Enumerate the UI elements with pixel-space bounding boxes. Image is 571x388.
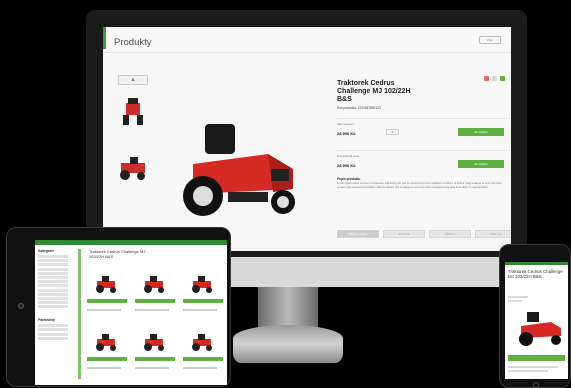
product-card[interactable] <box>85 325 129 379</box>
tablet-device: Kategorie Parametry Traktorek Cedrus Cha… <box>6 227 231 387</box>
product-card-text <box>87 309 121 311</box>
bottom-actions: Přidat do košíku Porovnat Oblíbené Hlída… <box>337 230 511 238</box>
product-card-text <box>183 309 217 311</box>
sidebar-item[interactable] <box>38 259 68 263</box>
sidebar-item[interactable] <box>38 267 68 271</box>
product-card-buy-bar[interactable] <box>183 299 223 303</box>
sidebar-item[interactable] <box>38 275 68 279</box>
tablet-screen: Kategorie Parametry Traktorek Cedrus Cha… <box>35 240 227 385</box>
back-button[interactable]: Zpět <box>479 36 501 44</box>
bottom-action-button[interactable]: Hlídat cenu <box>475 230 511 238</box>
product-card-text <box>135 367 169 369</box>
sidebar-heading: Parametry <box>38 318 56 323</box>
sidebar-item[interactable] <box>38 296 68 300</box>
chevron-up-icon[interactable]: ▲ <box>118 75 148 85</box>
sidebar-item[interactable] <box>38 324 68 328</box>
thumbnail-front[interactable] <box>118 97 148 127</box>
phone-device: Traktorek Cedrus Challenge MJ 102/22H B&… <box>499 244 571 388</box>
thumbnail-gallery: ▲ <box>113 75 153 235</box>
product-thumbnail <box>144 334 164 351</box>
price-row-label: Stav skladem <box>337 122 354 126</box>
product-card[interactable] <box>181 325 225 379</box>
product-thumbnail <box>144 276 164 293</box>
tablet-sidebar: Kategorie Parametry <box>38 249 76 341</box>
product-card[interactable] <box>133 325 177 379</box>
product-thumbnail <box>96 276 116 293</box>
bottom-action-button[interactable]: Oblíbené <box>429 230 471 238</box>
price-value: 28 990 Kč <box>337 131 356 136</box>
product-thumbnail <box>192 276 212 293</box>
quantity-input[interactable]: 1 <box>386 129 399 135</box>
product-card-text <box>183 367 217 369</box>
add-to-cart-button[interactable]: Do košíku <box>458 160 504 168</box>
product-card-buy-bar[interactable] <box>135 357 175 361</box>
marketing-mockup: Produkty Zpět ▲ Traktorek Cedrus Challen… <box>0 0 571 388</box>
product-thumbnail <box>96 334 116 351</box>
price-row-label: Doporučená cena <box>337 154 360 158</box>
tablet-page-title: Traktorek Cedrus Challenge MJ 102/22H B&… <box>89 249 146 259</box>
product-card-text <box>87 367 121 369</box>
sidebar-item[interactable] <box>38 305 68 309</box>
sidebar-item[interactable] <box>38 336 68 340</box>
product-thumbnail <box>192 334 212 351</box>
bottom-action-button[interactable]: Porovnat <box>383 230 425 238</box>
sidebar-item[interactable] <box>38 292 68 296</box>
product-card[interactable] <box>85 267 129 321</box>
section-accent-bar <box>103 27 106 49</box>
product-name: Traktorek Cedrus Challenge MJ 102/22H B&… <box>337 80 411 103</box>
desktop-screen: Produkty Zpět ▲ Traktorek Cedrus Challen… <box>103 27 511 251</box>
description-text: Lorem ipsum dolor sit amet consectetur a… <box>337 182 503 189</box>
monitor-stand-foot <box>233 325 343 363</box>
phone-text-line <box>508 370 548 372</box>
phone-header-bar <box>505 262 568 265</box>
sidebar-heading: Kategorie <box>38 249 55 253</box>
tablet-header-bar <box>35 240 227 245</box>
product-card[interactable] <box>133 267 177 321</box>
thumbnail-side[interactable] <box>118 153 148 183</box>
phone-home-button <box>533 382 539 388</box>
page-title: Produkty <box>114 37 152 48</box>
sidebar-item[interactable] <box>38 328 68 332</box>
phone-product-image <box>519 312 561 346</box>
phone-text-line <box>508 296 528 298</box>
product-card-buy-bar[interactable] <box>87 299 127 303</box>
price-value: 28 990 Kč <box>337 163 356 168</box>
product-card-text <box>135 309 169 311</box>
sidebar-item[interactable] <box>38 255 68 258</box>
sidebar-item[interactable] <box>38 284 68 288</box>
product-card-buy-bar[interactable] <box>135 299 175 303</box>
phone-add-to-cart-button[interactable] <box>508 355 565 361</box>
sidebar-item[interactable] <box>38 271 68 275</box>
phone-screen: Traktorek Cedrus Challenge MJ 102/22H B&… <box>505 262 568 379</box>
sidebar-item[interactable] <box>38 280 68 284</box>
header-divider <box>103 52 511 53</box>
description-heading: Popis produktu <box>337 177 361 181</box>
price-row: Stav skladem 28 990 Kč 1 Do košíku <box>337 118 507 142</box>
tablet-camera <box>18 303 24 309</box>
phone-text-line <box>508 366 558 368</box>
product-card-buy-bar[interactable] <box>87 357 127 361</box>
sidebar-item[interactable] <box>38 301 68 305</box>
bottom-action-button[interactable]: Přidat do košíku <box>337 230 379 238</box>
product-grid <box>85 267 225 379</box>
product-info: Traktorek Cedrus Challenge MJ 102/22H B&… <box>337 80 507 196</box>
product-card-buy-bar[interactable] <box>183 357 223 361</box>
sidebar-item[interactable] <box>38 288 68 292</box>
sidebar-item[interactable] <box>38 263 68 267</box>
product-image <box>183 124 295 216</box>
phone-product-title: Traktorek Cedrus Challenge MJ 102/22H B&… <box>508 269 563 280</box>
sidebar-filter-bar <box>78 249 81 379</box>
phone-text-line <box>508 300 522 302</box>
product-card[interactable] <box>181 267 225 321</box>
monitor-stand-neck <box>258 287 318 327</box>
add-to-cart-button[interactable]: Do košíku <box>458 128 504 136</box>
sidebar-item[interactable] <box>38 332 68 336</box>
product-code: Kód produktu: 1234567890123 <box>337 106 381 110</box>
price-row: Doporučená cena 28 990 Kč Do košíku <box>337 150 507 174</box>
